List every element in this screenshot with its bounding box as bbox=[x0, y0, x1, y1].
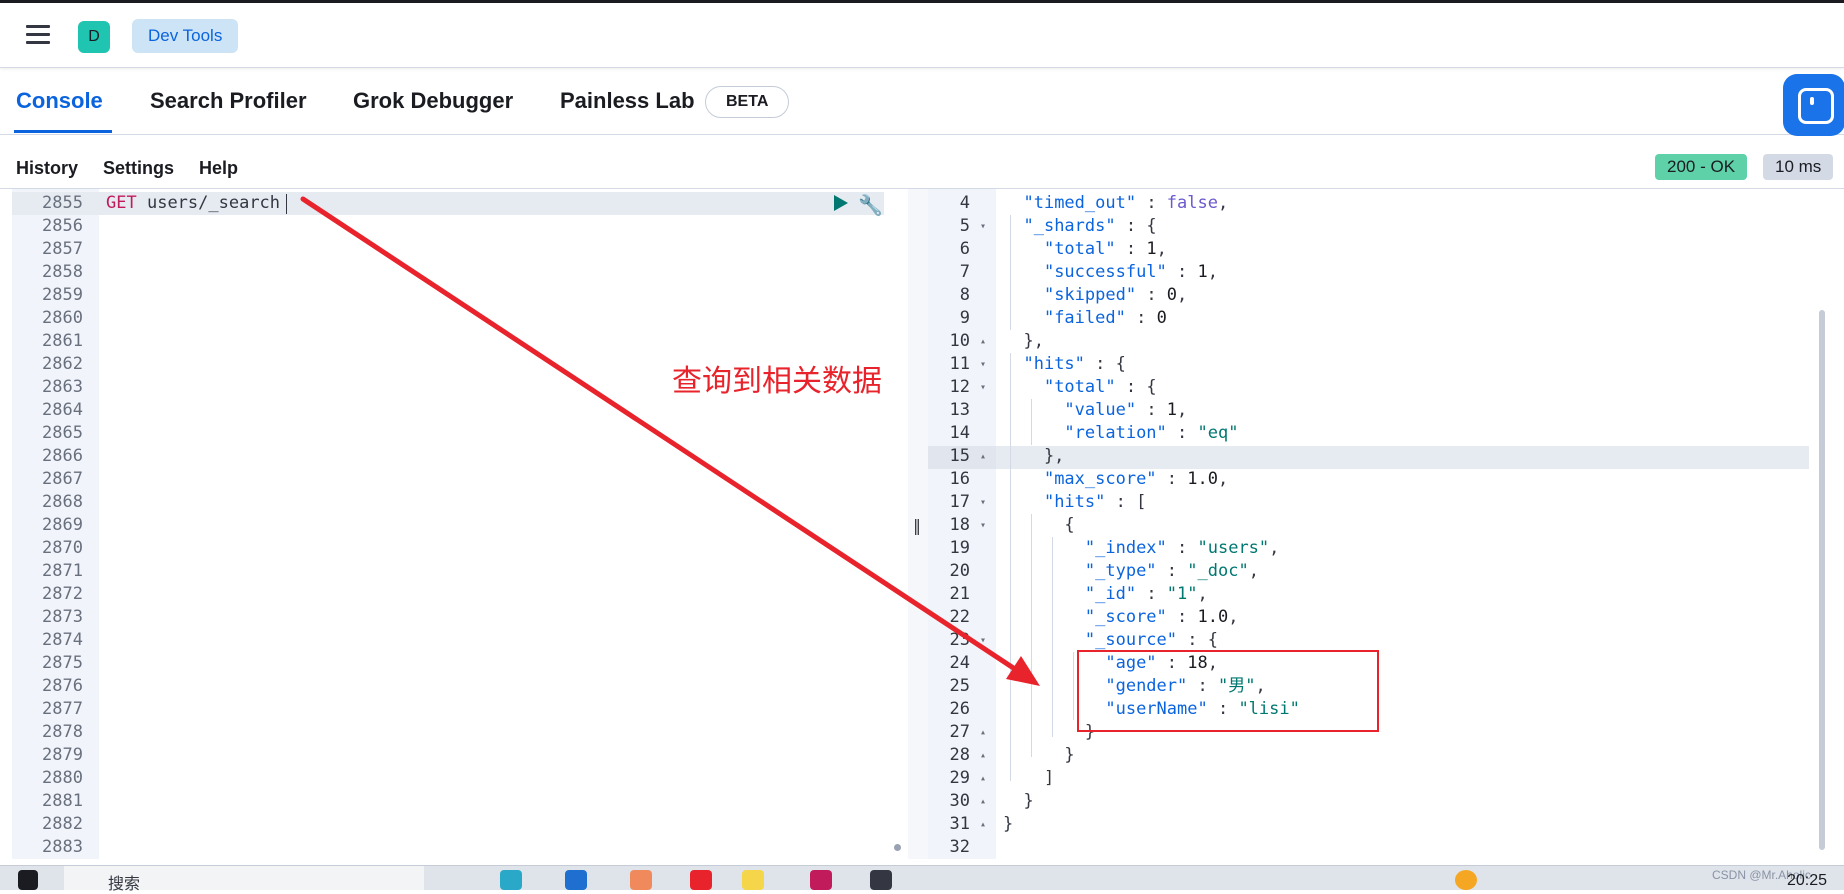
explorer-icon[interactable] bbox=[565, 870, 587, 890]
taskbar-clock: 20:25 bbox=[1787, 872, 1828, 889]
app-icon[interactable] bbox=[742, 870, 764, 890]
start-icon[interactable] bbox=[18, 870, 38, 890]
weather-icon[interactable] bbox=[1455, 870, 1477, 890]
windows-taskbar: 搜索 bbox=[0, 865, 1844, 893]
taskbar-search-placeholder: 搜索 bbox=[108, 876, 141, 893]
app-icon[interactable] bbox=[630, 870, 652, 890]
app-icon[interactable] bbox=[690, 870, 712, 890]
edge-icon[interactable] bbox=[500, 870, 522, 890]
intellij-icon[interactable] bbox=[810, 870, 832, 890]
terminal-icon[interactable] bbox=[870, 870, 892, 890]
annotation-arrow bbox=[300, 196, 1040, 686]
